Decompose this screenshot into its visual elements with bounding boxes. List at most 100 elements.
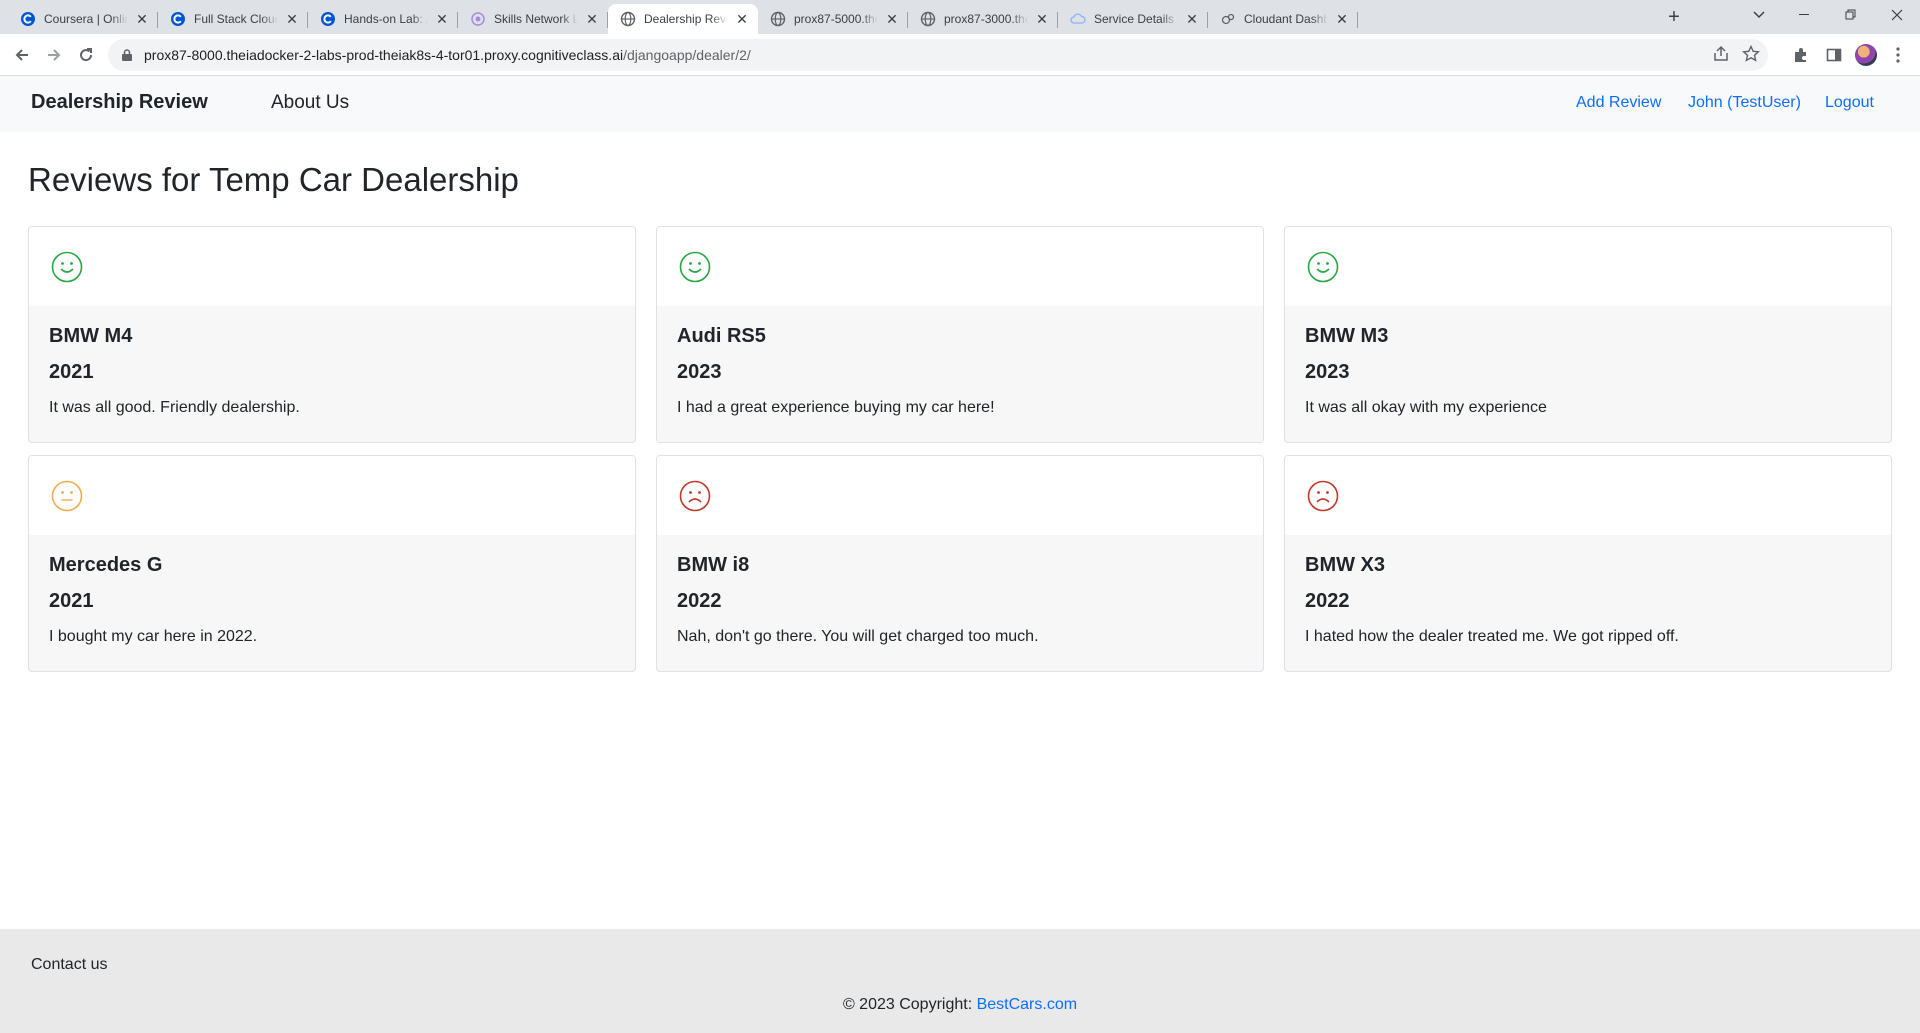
review-text: I bought my car here in 2022. [49,628,258,645]
page-title: Reviews for Temp Car Dealership [28,161,519,198]
tab-search-icon[interactable] [1736,0,1782,30]
close-window-icon[interactable] [1874,0,1920,30]
url-host: prox87-8000.theiadocker-2-labs-prod-thei… [144,47,624,63]
tab-title: Coursera | Online Courses [44,12,128,26]
globe-icon [920,11,936,27]
browser-tab[interactable]: prox87-5000.theiadocker ✕ [758,4,908,34]
car-model: Mercedes G [49,554,163,576]
copyright-text: © 2023 Copyright: [842,996,977,1013]
neutral-face-icon [51,480,83,512]
smiley-icon [51,251,83,283]
sad-face-icon [679,480,711,512]
reload-icon[interactable] [72,41,100,69]
review-card-body: BMW i8 2022 Nah, don't go there. You will … [657,535,1263,665]
share-icon[interactable] [1712,45,1730,66]
car-year: 2021 [49,590,94,612]
tab-close-icon[interactable]: ✕ [134,11,150,27]
browser-tab[interactable]: Service Details - IBM Cloud ✕ [1058,4,1208,34]
nav-about-link[interactable]: About Us [271,92,349,114]
review-card-body: Mercedes G 2021 I bought my car here in 20… [29,535,635,665]
footer-contact-link[interactable]: Contact us [31,956,107,974]
tab-title: Cloudant Dashboard [1244,12,1328,26]
navbar: Dealership Review About Us Add Review Jo… [0,76,1920,132]
browser-tab[interactable]: Full Stack Cloud Developer ✕ [158,4,308,34]
globe-icon [770,11,786,27]
tab-close-icon[interactable]: ✕ [1334,11,1350,27]
cloud-icon [1070,11,1086,27]
extensions-icon[interactable] [1787,41,1815,69]
smiley-icon [1307,251,1339,283]
tab-close-icon[interactable]: ✕ [434,11,450,27]
footer: Contact us © 2023 Copyright: BestCars.co… [0,929,1920,1033]
review-card: Mercedes G 2021 I bought my car here in 20… [28,455,636,672]
side-panel-icon[interactable] [1820,41,1848,69]
menu-kebab-icon[interactable] [1884,41,1912,69]
review-text: Nah, don't go there. You will get charge… [677,628,1039,645]
review-card-body: BMW X3 2022 I hated how the dealer treated… [1285,535,1891,665]
tab-separator [1357,12,1358,28]
car-year: 2023 [1305,361,1350,383]
profile-avatar[interactable] [1855,44,1877,66]
review-card: BMW X3 2022 I hated how the dealer treated… [1284,455,1892,672]
globe-icon [620,11,636,27]
car-year: 2021 [49,361,94,383]
copyright-link[interactable]: BestCars.com [977,996,1077,1013]
tab-close-icon[interactable]: ✕ [734,11,750,27]
browser-tab[interactable]: Skills Network Labs ✕ [458,4,608,34]
tab-title: Dealership Review [644,12,728,26]
car-year: 2023 [677,361,722,383]
bookmark-star-icon[interactable] [1741,44,1761,66]
coursera-icon [170,11,186,27]
url-path: /djangoapp/dealer/2/ [623,47,751,63]
tab-close-icon[interactable]: ✕ [284,11,300,27]
review-text: I hated how the dealer treated me. We go… [1305,628,1679,645]
review-text: I had a great experience buying my car h… [677,399,995,416]
review-card: Audi RS5 2023 I had a great experience buy… [656,226,1264,443]
nav-add-review-link[interactable]: Add Review [1576,94,1661,112]
browser-tab[interactable]: Cloudant Dashboard ✕ [1208,4,1358,34]
review-text: It was all okay with my experience [1305,399,1547,416]
tab-close-icon[interactable]: ✕ [584,11,600,27]
tab-title: Full Stack Cloud Developer [194,12,278,26]
forward-icon[interactable] [40,41,68,69]
tab-title: prox87-5000.theiadocker [794,12,878,26]
browser-tab[interactable]: Dealership Review ✕ [608,4,758,34]
review-card: BMW i8 2022 Nah, don't go there. You will … [656,455,1264,672]
car-year: 2022 [1305,590,1350,612]
review-card: BMW M4 2021 It was all good. Friendly deal… [28,226,636,443]
browser-tab[interactable]: prox87-3000.theiadocker ✕ [908,4,1058,34]
review-card-header [29,227,635,306]
smiley-icon [679,251,711,283]
car-model: BMW M4 [49,325,133,347]
review-card-body: Audi RS5 2023 I had a great experience buy… [657,306,1263,436]
new-tab-button[interactable]: + [1662,6,1686,30]
review-card-header [657,227,1263,306]
review-card: BMW M3 2023 It was all okay with my experi… [1284,226,1892,443]
tab-title: Service Details - IBM Cloud [1094,12,1178,26]
tab-close-icon[interactable]: ✕ [884,11,900,27]
tab-title: Hands-on Lab: Add Django [344,12,428,26]
back-icon[interactable] [8,41,36,69]
review-card-header [1285,456,1891,535]
tab-close-icon[interactable]: ✕ [1184,11,1200,27]
restore-icon[interactable] [1828,0,1874,30]
review-card-header [29,456,635,535]
review-card-header [657,456,1263,535]
review-card-header [1285,227,1891,306]
car-year: 2022 [677,590,722,612]
car-model: BMW i8 [677,554,750,576]
address-bar[interactable]: prox87-8000.theiadocker-2-labs-prod-thei… [108,39,1768,71]
sad-face-icon [1307,480,1339,512]
nav-logout-link[interactable]: Logout [1825,94,1874,112]
coursera-icon [20,11,36,27]
browser-tab[interactable]: Hands-on Lab: Add Django ✕ [308,4,458,34]
nav-user-link[interactable]: John (TestUser) [1688,94,1801,112]
navbar-brand[interactable]: Dealership Review [31,91,208,114]
browser-tab-strip: Coursera | Online Courses✕Full Stack Clo… [0,0,1920,34]
skills-network-icon [470,11,486,27]
tab-close-icon[interactable]: ✕ [1034,11,1050,27]
tab-title: Skills Network Labs [494,12,578,26]
minimize-icon[interactable] [1782,0,1828,30]
browser-tab[interactable]: Coursera | Online Courses ✕ [8,4,158,34]
lock-icon[interactable] [120,48,134,62]
